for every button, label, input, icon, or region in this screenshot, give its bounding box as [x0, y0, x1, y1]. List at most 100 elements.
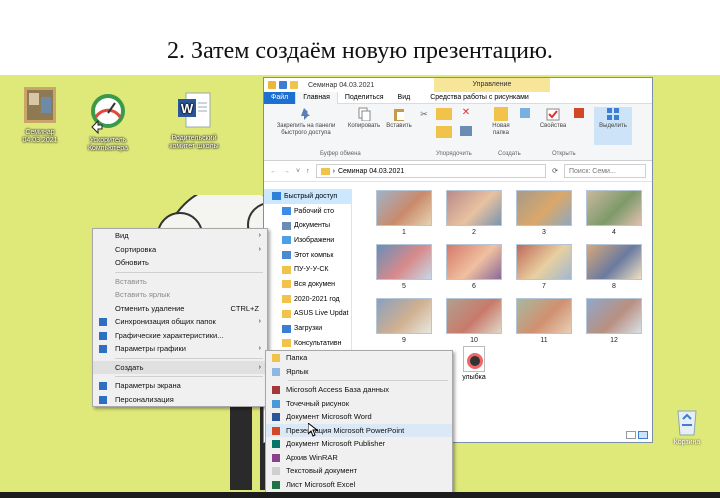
view-toggle[interactable]	[626, 431, 648, 439]
new-folder-button[interactable]: Новая папка	[484, 107, 518, 136]
desktop-icon-recycle-bin[interactable]: Корзина	[666, 405, 708, 446]
menu-item[interactable]: Синхронизация общих папок ›	[93, 315, 267, 329]
move-to-icon[interactable]	[436, 108, 452, 120]
menu-item[interactable]: Вид ›	[93, 229, 267, 243]
photo-thumbnail[interactable]	[376, 298, 432, 334]
nav-item[interactable]: Быстрый доступ	[264, 189, 351, 204]
menu-item[interactable]: Лист Microsoft Excel	[266, 478, 452, 492]
nav-item[interactable]: Документы	[264, 218, 351, 233]
nav-item[interactable]: Рабочий сто	[264, 204, 351, 219]
nav-item[interactable]: Вся докумен	[264, 277, 351, 292]
desktop-icon-speedup[interactable]: Ускоритель Компьютера	[76, 91, 140, 152]
large-icons-view-icon[interactable]	[638, 431, 648, 439]
menu-item-label: Вставить	[115, 276, 147, 286]
menu-item-label: Персонализация	[115, 394, 174, 404]
nav-item-label: Документы	[294, 222, 331, 230]
photo-thumbnail[interactable]	[446, 298, 502, 334]
forward-arrow-icon[interactable]: →	[283, 168, 290, 175]
photo-thumbnail[interactable]	[446, 190, 502, 226]
folder-icon[interactable]	[268, 81, 276, 89]
check-icon[interactable]	[279, 81, 287, 89]
menu-item-label: Графические характеристики...	[115, 330, 224, 340]
menu-item[interactable]: Архив WinRAR	[266, 451, 452, 465]
scissors-icon[interactable]: ✂	[418, 109, 430, 120]
nav-item-label: ПУ-У-У-СК	[294, 266, 329, 274]
up-arrow-icon[interactable]: ↑	[306, 168, 310, 175]
nav-item[interactable]: ASUS Live Updat	[264, 307, 351, 322]
nav-item[interactable]: Загрузки	[264, 321, 351, 336]
tab-picture-tools[interactable]: Средства работы с рисунками	[423, 92, 536, 104]
chevron-right-icon: ›	[258, 345, 261, 353]
tab-share[interactable]: Поделиться	[338, 92, 391, 104]
tab-view[interactable]: Вид	[391, 92, 418, 104]
new-item-icon[interactable]	[520, 108, 530, 118]
chevron-down-icon[interactable]: ˅	[296, 168, 300, 175]
desktop-context-menu[interactable]: Вид › Сортировка › Обновить Вставить Вставить …	[92, 228, 268, 407]
properties-button[interactable]: Свойства	[536, 107, 570, 130]
folder-icon[interactable]	[290, 81, 298, 89]
address-bar[interactable]: › Семинар 04.03.2021	[315, 164, 547, 178]
copy-button[interactable]: Копировать	[344, 107, 384, 130]
photo-thumbnail[interactable]	[516, 190, 572, 226]
menu-item[interactable]: Папка	[266, 351, 452, 365]
desktop-icon-parent-committee[interactable]: W Родительский комитет школы	[162, 89, 226, 150]
photo-thumbnail[interactable]	[376, 244, 432, 280]
photo-thumbnail[interactable]	[586, 244, 642, 280]
tab-home[interactable]: Главная	[295, 91, 338, 104]
photo-thumbnail[interactable]	[586, 190, 642, 226]
copy-to-icon[interactable]	[436, 126, 452, 138]
menu-item[interactable]: Точечный рисунок	[266, 397, 452, 411]
menu-item[interactable]: Отменить удаление CTRL+Z	[93, 302, 267, 316]
nav-item[interactable]: Изображени	[264, 233, 351, 248]
menu-item[interactable]: Сортировка ›	[93, 243, 267, 257]
rename-icon[interactable]	[460, 126, 472, 136]
menu-item[interactable]: Презентация Microsoft PowerPoint	[266, 423, 452, 437]
menu-item[interactable]: Параметры экрана	[93, 379, 267, 393]
tab-manage[interactable]: Управление	[434, 78, 550, 92]
photo-thumbnail[interactable]	[376, 190, 432, 226]
delete-icon[interactable]: ✕	[460, 107, 472, 118]
refresh-icon[interactable]: ⟳	[552, 167, 558, 175]
menu-item[interactable]: Ярлык	[266, 365, 452, 379]
nav-item[interactable]: ПУ-У-У-СК	[264, 262, 351, 277]
search-input[interactable]: Поиск: Семи...	[564, 164, 646, 178]
nav-item[interactable]: Этот компьк	[264, 248, 351, 263]
menu-item-label: Документ Microsoft Publisher	[286, 439, 386, 449]
quick-access-toolbar[interactable]	[264, 81, 298, 89]
chevron-right-icon: ›	[258, 245, 261, 253]
title-bar[interactable]: Семинар 04.03.2021 Управление	[264, 78, 652, 92]
tab-file[interactable]: Файл	[264, 91, 296, 104]
nav-item[interactable]: 2020-2021 год	[264, 292, 351, 307]
menu-item[interactable]: Графические характеристики...	[93, 329, 267, 343]
photo-thumbnail[interactable]	[516, 244, 572, 280]
details-view-icon[interactable]	[626, 431, 636, 439]
photo-thumbnail[interactable]	[586, 298, 642, 334]
chevron-right-icon: ›	[258, 232, 261, 240]
menu-item[interactable]: Документ Microsoft Word	[266, 410, 452, 424]
taskbar[interactable]	[0, 492, 720, 498]
menu-item[interactable]: Создать ›	[93, 360, 267, 374]
paste-button[interactable]: Вставить	[384, 107, 414, 130]
back-arrow-icon[interactable]: ←	[270, 168, 277, 175]
menu-item[interactable]: Персонализация	[93, 393, 267, 407]
menu-item[interactable]: Параметры графики ›	[93, 342, 267, 356]
menu-item[interactable]: Microsoft Access База данных	[266, 383, 452, 397]
menu-item-label: Синхронизация общих папок	[115, 317, 216, 327]
menu-item[interactable]: Текстовый документ	[266, 464, 452, 478]
folder-icon	[282, 236, 291, 245]
photo-thumbnail-label: 2	[472, 229, 476, 236]
pin-button[interactable]: Закрепить на панели быстрого доступа	[268, 107, 344, 136]
desktop[interactable]: Семинар 04.03.2021 Ускоритель Компьютера…	[0, 75, 720, 498]
select-button[interactable]: Выделить	[594, 107, 632, 145]
open-icon[interactable]	[574, 108, 584, 118]
nav-item-label: Быстрый доступ	[284, 192, 338, 200]
menu-item[interactable]: Обновить	[93, 256, 267, 270]
photo-thumbnail[interactable]	[446, 244, 502, 280]
desktop-icon-seminar-folder[interactable]: Семинар 04.03.2021	[8, 83, 72, 144]
menu-item[interactable]: Документ Microsoft Publisher	[266, 437, 452, 451]
menu-item-label: Отменить удаление	[115, 303, 185, 313]
create-submenu[interactable]: Папка Ярлык Microsoft Access База данных То…	[265, 350, 453, 498]
nav-item[interactable]: Консультативн	[264, 336, 351, 351]
music-file-item[interactable]: улыбка	[452, 346, 496, 381]
photo-thumbnail[interactable]	[516, 298, 572, 334]
